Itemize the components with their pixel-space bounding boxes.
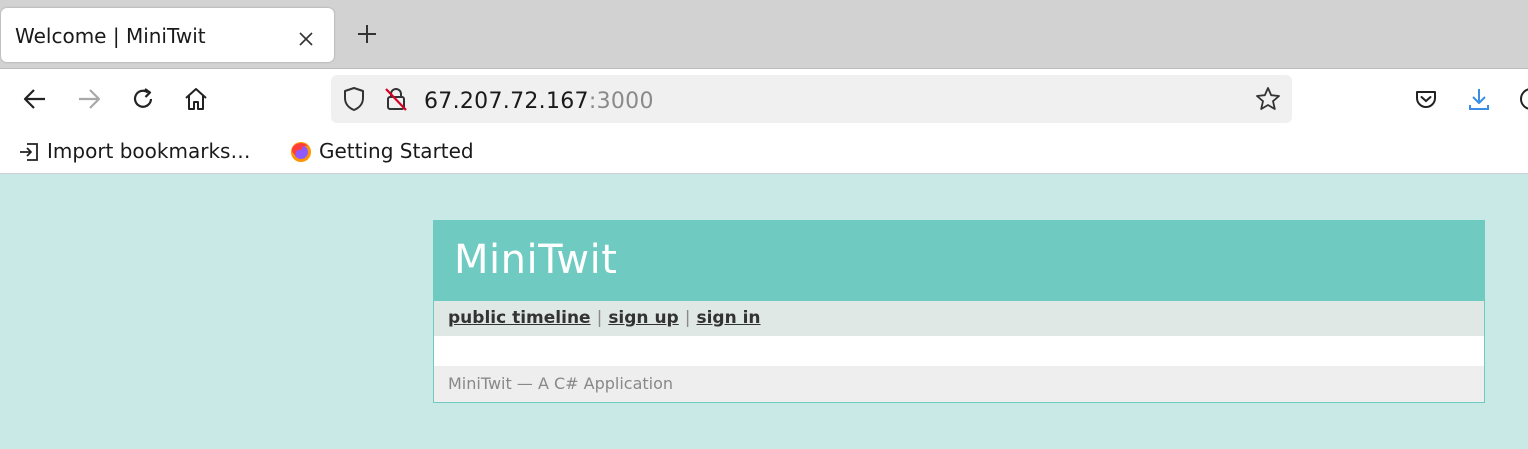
- nav-links: public timeline | sign up | sign in: [448, 308, 761, 328]
- pocket-icon[interactable]: [1412, 85, 1440, 113]
- site-navigation: public timeline | sign up | sign in: [434, 301, 1484, 336]
- public-timeline-link[interactable]: public timeline: [448, 308, 591, 328]
- forward-arrow-icon[interactable]: [75, 85, 103, 113]
- bookmark-star-icon[interactable]: [1254, 85, 1282, 113]
- navigation-toolbar: 67.207.72.167:3000: [0, 69, 1528, 129]
- address-bar[interactable]: 67.207.72.167:3000: [331, 75, 1292, 123]
- insecure-lock-icon[interactable]: [382, 85, 410, 113]
- site-footer: MiniTwit — A C# Application: [434, 366, 1484, 402]
- downloads-icon[interactable]: [1465, 85, 1493, 113]
- url-port: :3000: [588, 89, 654, 114]
- getting-started-link[interactable]: Getting Started: [319, 139, 474, 163]
- site-header: MiniTwit: [434, 221, 1484, 301]
- new-tab-plus-icon[interactable]: [353, 20, 381, 48]
- nav-separator: |: [596, 308, 603, 328]
- site-title: MiniTwit: [454, 237, 618, 283]
- reload-icon[interactable]: [129, 85, 157, 113]
- bookmarks-toolbar: Import bookmarks… Getting Started: [0, 129, 1528, 174]
- page-viewport: MiniTwit public timeline | sign up | sign in…: [0, 174, 1528, 449]
- sign-up-link[interactable]: sign up: [608, 308, 678, 328]
- tab-strip: Welcome | MiniTwit: [0, 0, 1528, 69]
- url-text[interactable]: 67.207.72.167:3000: [424, 89, 654, 114]
- close-tab-icon[interactable]: [298, 31, 314, 47]
- home-icon[interactable]: [182, 85, 210, 113]
- import-icon: [18, 141, 40, 163]
- back-arrow-icon[interactable]: [21, 85, 49, 113]
- minitwit-page: MiniTwit public timeline | sign up | sign in…: [433, 220, 1485, 403]
- active-tab[interactable]: Welcome | MiniTwit: [1, 8, 334, 62]
- account-icon[interactable]: [1517, 85, 1528, 113]
- nav-separator: |: [684, 308, 691, 328]
- page-body: [434, 336, 1484, 366]
- sign-in-link[interactable]: sign in: [696, 308, 760, 328]
- firefox-logo-icon: [289, 140, 313, 164]
- import-bookmarks-link[interactable]: Import bookmarks…: [47, 139, 250, 163]
- tracking-protection-shield-icon[interactable]: [340, 85, 368, 113]
- tab-title: Welcome | MiniTwit: [15, 24, 206, 48]
- url-host: 67.207.72.167: [424, 89, 589, 114]
- footer-text: MiniTwit — A C# Application: [448, 374, 674, 393]
